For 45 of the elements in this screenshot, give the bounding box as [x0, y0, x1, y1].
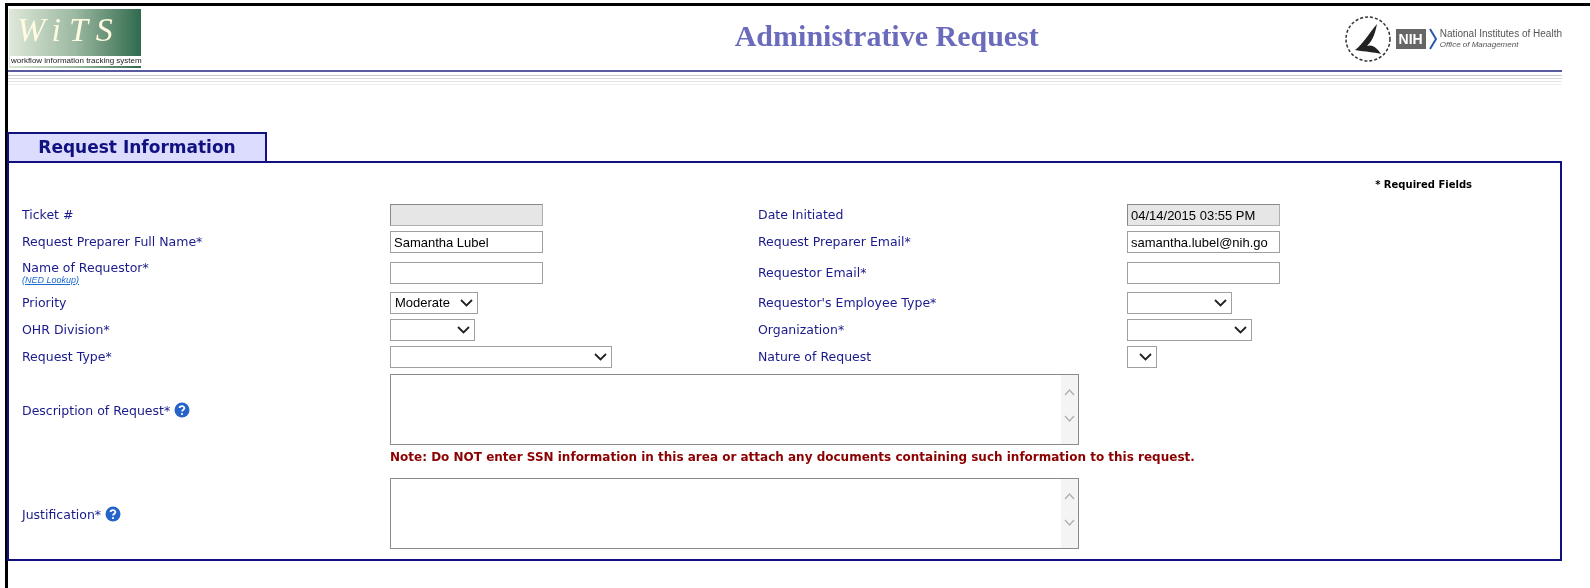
agency-badge: NIH: [1395, 29, 1426, 49]
input-field[interactable]: 04/14/2015 03:55 PM: [1127, 204, 1280, 226]
logo-caption: workflow information tracking system: [10, 56, 143, 66]
chevron-down-icon: [594, 352, 607, 361]
text-area[interactable]: [390, 374, 1079, 445]
dropdown[interactable]: [1127, 345, 1157, 368]
lookup-link[interactable]: (NED Lookup): [22, 274, 80, 285]
help-icon[interactable]: [105, 506, 122, 522]
chevron-down-icon: [1214, 298, 1227, 307]
field-label: Priority: [22, 295, 68, 310]
dropdown[interactable]: Moderate: [390, 291, 478, 314]
agency-office: Office of Management: [1439, 40, 1520, 50]
field-label: Ticket #: [22, 207, 75, 222]
field-label: Name of Requestor*: [22, 259, 150, 275]
field-label: Description of Request*: [22, 402, 171, 418]
required-fields-note: * Required Fields: [1375, 178, 1472, 192]
page-title: Administrative Request: [734, 18, 1039, 54]
field-label: Justification*: [22, 506, 102, 522]
input-field[interactable]: [390, 204, 543, 226]
field-label: Request Preparer Full Name*: [22, 234, 204, 249]
agency-name: National Institutes of Health: [1439, 28, 1562, 40]
text-area[interactable]: [390, 478, 1079, 549]
field-label: Request Preparer Email*: [758, 234, 912, 249]
scrollbar[interactable]: [1061, 479, 1078, 548]
chevron-down-icon: [1139, 352, 1152, 361]
input-field[interactable]: samantha.lubel@nih.go: [1127, 231, 1280, 253]
chevron-down-icon: [460, 298, 473, 307]
field-label: Organization*: [758, 322, 846, 337]
chevron-down-icon: [1234, 325, 1247, 334]
input-field[interactable]: [1127, 261, 1280, 284]
field-label: OHR Division*: [22, 322, 111, 337]
field-label: Nature of Request: [758, 349, 873, 364]
field-label: Requestor Email*: [758, 264, 868, 280]
field-label: Date Initiated: [758, 207, 845, 222]
eagle-emblem-icon: [1342, 14, 1393, 64]
input-field[interactable]: [390, 261, 543, 284]
help-icon[interactable]: [174, 402, 191, 418]
warning-note: Note: Do NOT enter SSN information in this area or attach any documents containing such information to this request.: [390, 449, 1196, 466]
field-label: Request Type*: [22, 349, 113, 364]
input-field[interactable]: Samantha Lubel: [390, 231, 543, 253]
chevron-down-icon: [457, 325, 470, 334]
section-tab[interactable]: Request Information: [7, 132, 267, 161]
field-label: Requestor's Employee Type*: [758, 295, 938, 310]
scrollbar[interactable]: [1061, 375, 1078, 444]
chevron-icon: [1428, 28, 1437, 50]
